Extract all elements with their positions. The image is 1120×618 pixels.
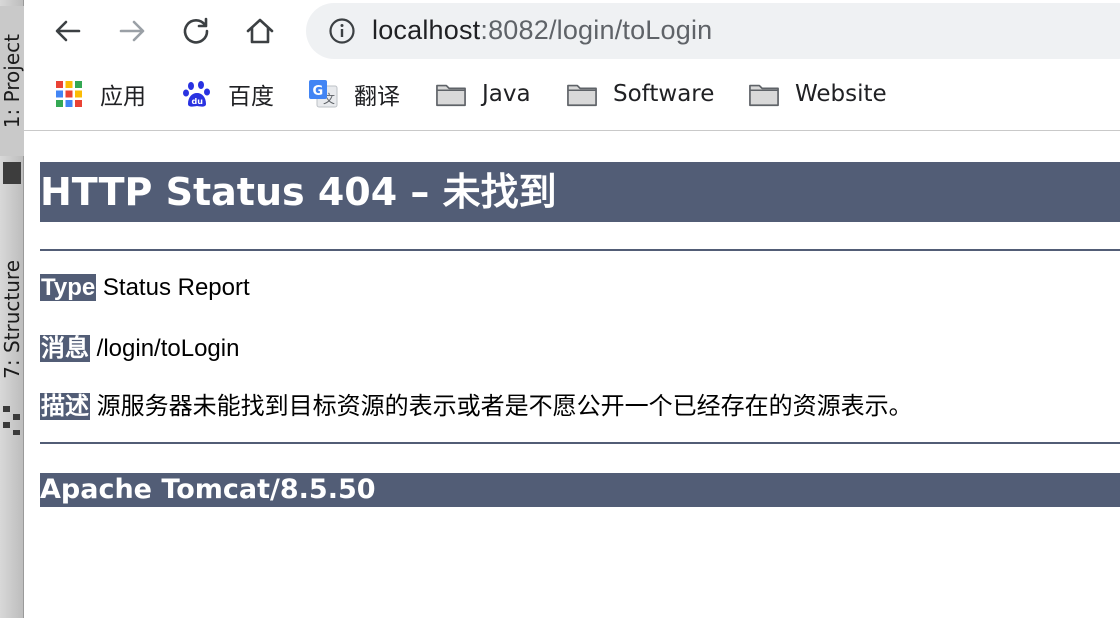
bookmark-label: Website (795, 81, 887, 107)
folder-icon (749, 84, 779, 107)
structure-icon (3, 406, 21, 436)
bookmark-label: 应用 (100, 84, 146, 110)
bookmark-label: 百度 (228, 84, 274, 110)
home-button[interactable] (240, 11, 280, 51)
apps-grid-icon (56, 81, 82, 107)
svg-text:G: G (313, 84, 324, 99)
bookmark-apps[interactable]: 应用 (54, 78, 146, 110)
reload-button[interactable] (176, 11, 216, 51)
divider (40, 249, 1120, 251)
project-tool-tab-label: 1: Project (0, 33, 24, 129)
arrow-right-icon (119, 20, 145, 42)
forward-button[interactable] (112, 11, 152, 51)
bookmark-folder-software[interactable]: Software (567, 78, 714, 110)
bookmark-label: Java (482, 81, 531, 107)
bookmark-folder-website[interactable]: Website (749, 78, 887, 110)
url-host: localhost (372, 15, 481, 45)
url-path: :8082/login/toLogin (480, 15, 713, 45)
arrow-left-icon (55, 20, 81, 42)
bookmark-label: 翻译 (354, 84, 400, 110)
description-label: 描述 (40, 393, 90, 420)
error-page: HTTP Status 404 – 未找到 Type Status Report… (40, 162, 1120, 507)
baidu-paw-icon: du (183, 81, 210, 107)
back-button[interactable] (48, 11, 88, 51)
address-bar[interactable]: localhost:8082/login/toLogin (306, 3, 1120, 59)
description-value: 源服务器未能找到目标资源的表示或者是不愿公开一个已经存在的资源表示。 (96, 393, 913, 420)
divider (40, 442, 1120, 444)
folder-icon (3, 162, 21, 184)
structure-tool-tab-label: 7: Structure (0, 259, 24, 379)
bookmark-baidu[interactable]: du 百度 (182, 78, 274, 110)
message-value: /login/toLogin (96, 335, 240, 362)
google-translate-icon: 文 G (309, 80, 338, 108)
url-text[interactable]: localhost:8082/login/toLogin (372, 15, 712, 46)
reload-icon (183, 17, 209, 44)
bookmarks-bar: 应用 du 百度 文 G 翻译 Java Software Website (24, 62, 1120, 131)
bookmark-folder-java[interactable]: Java (436, 78, 531, 110)
structure-tool-tab[interactable]: 7: Structure (0, 236, 24, 402)
message-row: 消息 /login/toLogin (40, 328, 239, 363)
type-label: Type (40, 274, 97, 301)
page-title: HTTP Status 404 – 未找到 (40, 162, 1120, 222)
folder-icon (436, 84, 466, 107)
description-row: 描述 源服务器未能找到目标资源的表示或者是不愿公开一个已经存在的资源表示。 (40, 386, 913, 421)
project-tool-tab[interactable]: 1: Project (0, 6, 24, 156)
type-value: Status Report (102, 274, 250, 301)
message-label: 消息 (40, 335, 90, 362)
info-icon[interactable] (328, 17, 356, 45)
home-icon (246, 18, 274, 44)
type-row: Type Status Report (40, 274, 250, 302)
folder-icon (567, 84, 597, 107)
server-footer: Apache Tomcat/8.5.50 (40, 473, 1120, 507)
ide-tool-window-strip: 1: Project 7: Structure (0, 0, 24, 618)
bookmark-label: Software (613, 81, 715, 107)
browser-toolbar: localhost:8082/login/toLogin (24, 0, 1120, 62)
svg-text:du: du (192, 97, 204, 106)
bookmark-translate[interactable]: 文 G 翻译 (308, 78, 400, 110)
